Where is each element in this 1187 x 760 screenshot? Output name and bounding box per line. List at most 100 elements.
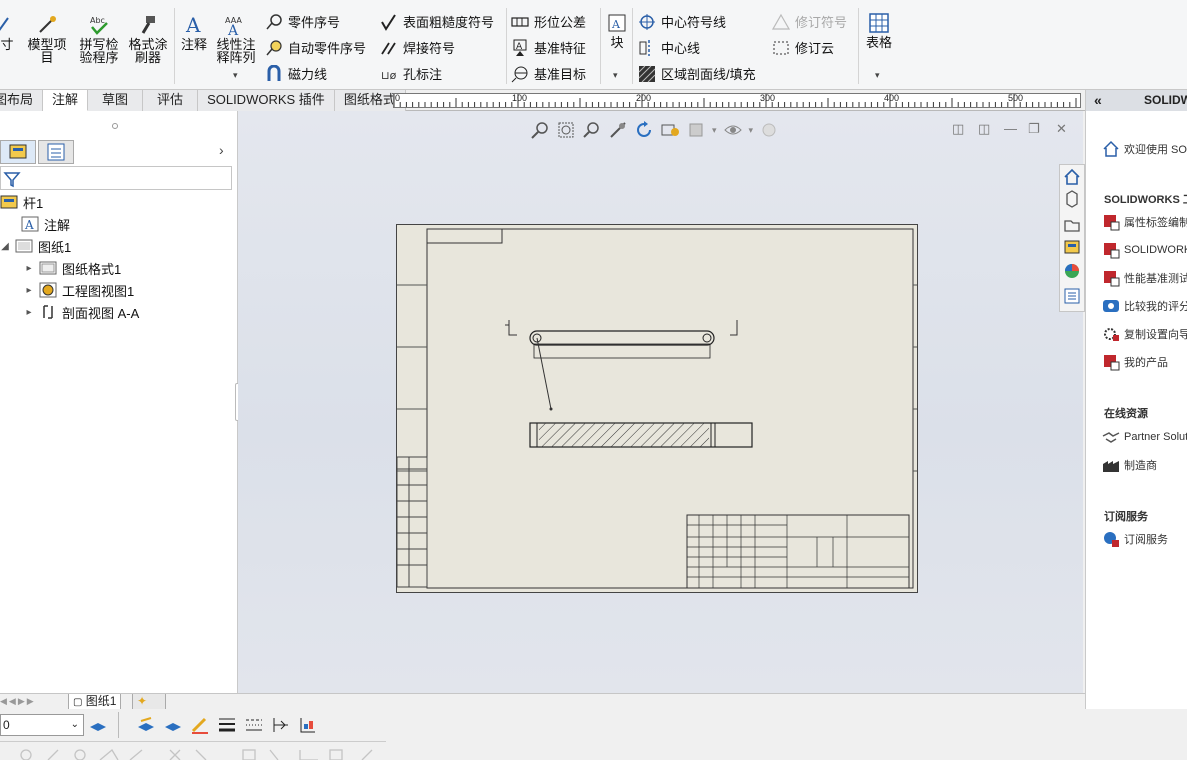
panel-grip[interactable] [112,123,118,129]
revision-cloud-button[interactable]: 修订云 [772,38,834,57]
line-color-icon[interactable] [136,715,156,735]
tool-solidworks-rx[interactable]: SOLIDWORKS Rx [1102,241,1187,259]
centerline-button[interactable]: 中心线 [638,38,700,57]
task-pane-tab-icons [1064,168,1080,304]
tool-performance-benchmark[interactable]: 性能基准测试 [1102,269,1187,287]
subscription-services-link[interactable]: 订阅服务 [1102,530,1168,548]
graphics-area[interactable]: ▾ ▾ ◫ ◫ — ❐ ✕ [238,111,1083,693]
tile-left-icon[interactable]: ◫ [952,121,964,137]
line-style-icon[interactable] [244,715,264,735]
tab-solidworks-addins[interactable]: SOLIDWORKS 插件 [198,90,335,111]
surface-finish-button[interactable]: 表面粗糙度符号 [380,12,494,31]
tree-item-sheet[interactable]: ◢ 图纸1 [0,236,71,256]
tree-item-drawing-view[interactable]: ▸ 工程图视图1 [24,280,134,300]
tab-evaluate[interactable]: 评估 [143,90,199,111]
layer-select[interactable]: 0 ⌄ [0,714,84,736]
appearance-icon[interactable] [759,120,779,140]
welcome-link[interactable]: 欢迎使用 SOLIDWORKS [1102,140,1187,158]
online-partner-solutions[interactable]: Partner Solutions [1102,428,1187,446]
line-thickness-icon[interactable] [217,715,237,735]
smart-dimension-button-partial[interactable]: 寸 [0,14,20,51]
disabled-sketch-icons [20,749,373,760]
tile-right-icon[interactable]: ◫ [978,121,990,137]
revision-symbol-button[interactable]: 修订符号 [772,12,847,31]
tree-item-part[interactable]: 杆1 [0,192,43,212]
restore-icon[interactable]: ❐ [1028,121,1040,137]
close-icon[interactable]: ✕ [1056,121,1067,137]
tool-property-tab-builder[interactable]: 属性标签编制程序 [1102,213,1187,231]
drawing-sheet[interactable] [396,224,918,593]
view-palette-icon[interactable] [1064,240,1080,254]
chevron-down-icon[interactable]: ▾ [613,70,618,81]
chevron-right-icon[interactable]: › [219,142,224,158]
format-painter-button[interactable]: 格式涂刷器 [126,14,170,64]
online-manufacturers[interactable]: 制造商 [1102,456,1157,474]
add-sheet-tab[interactable]: ✦ [132,694,166,710]
balloon-button[interactable]: 零件序号 [265,12,340,31]
zoom-to-fit-icon[interactable] [530,120,550,140]
color-display-mode-icon[interactable] [298,715,318,735]
weld-symbol-button[interactable]: 焊接符号 [380,38,455,57]
minimize-icon[interactable]: — [1004,121,1017,136]
pen-color-icon[interactable] [190,715,210,735]
layer-icon[interactable] [163,715,183,735]
tool-compare-score[interactable]: 比较我的评分 [1102,297,1187,315]
tree-item-annotations[interactable]: A 注解 [21,214,70,234]
hide-show-icon[interactable] [723,120,743,140]
ruler-label: 400 [884,93,900,103]
collapse-icon[interactable]: « [1094,92,1102,108]
auto-balloon-button[interactable]: 自动零件序号 [265,38,366,57]
property-manager-tab[interactable] [38,140,74,164]
chevron-right-icon[interactable]: ▸ [24,285,34,296]
chevron-down-icon[interactable]: ▾ [875,70,880,81]
appearances-icon[interactable] [1065,264,1079,278]
custom-properties-icon[interactable] [1064,288,1080,304]
model-items-button[interactable]: 模型项目 [26,14,68,64]
chevron-right-icon[interactable]: ▸ [24,307,34,318]
file-explorer-icon[interactable] [1064,220,1080,232]
tab-annotation[interactable]: 注解 [43,90,89,111]
layer-properties-icon[interactable] [88,715,108,735]
view-settings-icon[interactable] [660,120,680,140]
datum-target-button[interactable]: 基准目标 [511,64,586,83]
magnetic-line-button[interactable]: 磁力线 [265,64,327,83]
format-painter-icon [141,16,155,34]
chevron-down-icon[interactable]: ▾ [233,70,238,81]
note-button[interactable]: A 注释 [178,14,210,51]
geometric-tolerance-button[interactable]: 形位公差 [511,12,586,31]
design-library-icon[interactable] [1066,190,1078,208]
table-button[interactable]: 表格 [862,12,896,49]
chevron-down-icon[interactable]: ▾ [712,120,717,140]
previous-view-icon[interactable] [582,120,602,140]
feature-tree-tab[interactable] [0,140,36,164]
display-style-icon[interactable] [686,120,706,140]
spell-check-button[interactable]: Abc 拼写检验程序 [78,14,120,64]
hide-show-edges-icon[interactable] [271,715,291,735]
sheet-nav-arrows[interactable]: ◀◀▶▶ [0,696,36,707]
sheet-tab-sheet1[interactable]: ▢ 图纸1 [68,694,122,710]
zoom-area-icon[interactable] [556,120,576,140]
block-button[interactable]: A 块 [604,12,630,49]
tab-sketch[interactable]: 草图 [88,90,144,111]
chevron-down-icon[interactable]: ◢ [0,241,10,252]
rotate-icon[interactable] [634,120,654,140]
sheet-icon [15,239,33,253]
revision-cloud-icon [773,41,789,54]
hole-callout-button[interactable]: ⊔ø 孔标注 [380,64,442,83]
pan-icon[interactable] [608,120,628,140]
chevron-down-icon[interactable]: ▾ [749,120,754,140]
datum-feature-button[interactable]: A 基准特征 [511,38,586,57]
tab-layout[interactable]: 图布局 [0,90,44,111]
center-mark-button[interactable]: 中心符号线 [638,12,726,31]
tree-item-sheet-format[interactable]: ▸ 图纸格式1 [24,258,121,278]
area-hatch-button[interactable]: 区域剖面线/填充 [638,64,756,83]
tree-filter-field[interactable] [0,166,232,190]
home-icon[interactable] [1064,168,1080,185]
svg-text:A: A [24,218,34,232]
tool-my-products[interactable]: 我的产品 [1102,353,1168,371]
annotation-icon: A [21,216,39,232]
linear-note-pattern-button[interactable]: AAA A 线性注释阵列 [214,14,258,64]
chevron-right-icon[interactable]: ▸ [24,263,34,274]
tree-item-section-view[interactable]: ▸ 剖面视图 A-A [24,302,139,322]
tool-copy-settings[interactable]: 复制设置向导 [1102,325,1187,343]
